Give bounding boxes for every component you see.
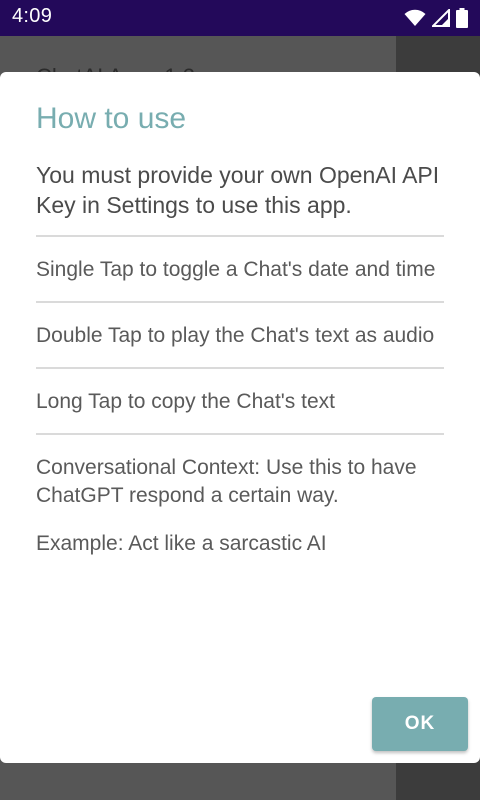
tip-long-tap: Long Tap to copy the Chat's text [36,390,335,413]
status-icons [404,7,468,29]
status-time: 4:09 [12,5,53,27]
api-key-notice: You must provide your own OpenAI API Key… [36,162,440,218]
screen: 4:09 ChatAI App v1.2 [0,0,480,800]
dialog-content: You must provide your own OpenAI API Key… [36,160,444,558]
tip-double-tap: Double Tap to play the Chat's text as au… [36,324,435,347]
how-to-use-dialog: How to use You must provide your own Ope… [0,72,480,763]
wifi-icon [404,9,426,27]
signal-icon [432,9,450,27]
context-example: Example: Act like a sarcastic AI [36,532,327,555]
battery-icon [456,8,468,28]
status-bar: 4:09 [0,0,480,36]
ok-button[interactable]: OK [372,697,468,751]
context-description: Conversational Context: Use this to have… [36,456,417,507]
tip-single-tap: Single Tap to toggle a Chat's date and t… [36,258,436,281]
dialog-title: How to use [36,102,187,135]
